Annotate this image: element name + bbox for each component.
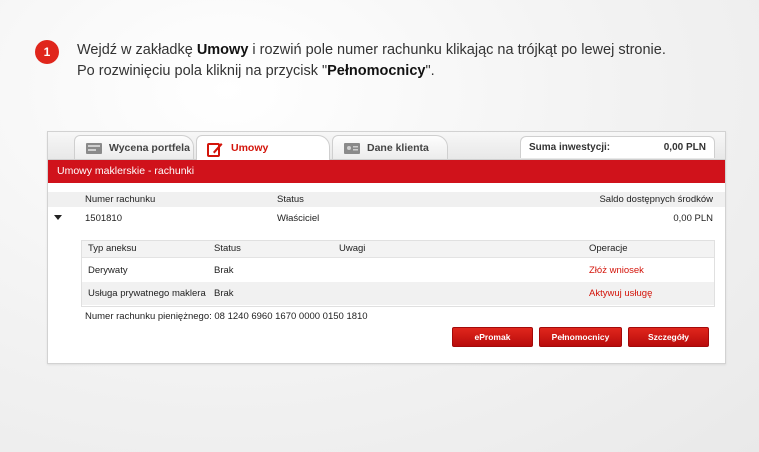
- annex-status: Brak: [214, 288, 234, 299]
- instruction-line-1: Wejdź w zakładkę Umowy i rozwiń pole num…: [77, 40, 737, 61]
- szczegoly-button[interactable]: Szczegóły: [628, 327, 709, 347]
- column-header: Status: [277, 194, 304, 205]
- investment-summary: Suma inwestycji: 0,00 PLN: [520, 136, 715, 158]
- tab-label: Dane klienta: [367, 141, 429, 154]
- tab-dane-klienta[interactable]: Dane klienta: [332, 135, 448, 159]
- instruction-bold-button-name: Pełnomocnicy: [327, 63, 426, 79]
- instruction-bold-tab-name: Umowy: [196, 42, 249, 58]
- instruction-line-2: Po rozwinięciu pola kliknij na przycisk …: [77, 61, 737, 82]
- annex-column-header: Typ aneksu: [88, 243, 137, 254]
- column-header: Saldo dostępnych środków: [599, 194, 713, 205]
- tab-wycena-portfela[interactable]: Wycena portfela: [74, 135, 194, 159]
- summary-value: 0,00 PLN: [663, 142, 706, 153]
- cash-account-number: Numer rachunku pieniężnego: 08 1240 6960…: [85, 311, 368, 322]
- summary-label: Suma inwestycji:: [529, 142, 611, 153]
- pelnomocnicy-button[interactable]: Pełnomocnicy: [539, 327, 622, 347]
- tab-label: Wycena portfela: [109, 141, 190, 154]
- instruction-text: Wejdź w zakładkę Umowy i rozwiń pole num…: [77, 40, 737, 82]
- annex-column-header: Status: [214, 243, 241, 254]
- tab-bar: Wycena portfela Umowy Dane klienta Suma …: [48, 132, 725, 160]
- epromak-button[interactable]: ePromak: [452, 327, 533, 347]
- annex-status: Brak: [214, 265, 234, 276]
- annex-type: Derywaty: [88, 265, 128, 276]
- instruction-text-part: Po rozwinięciu pola kliknij na przycisk …: [77, 63, 328, 79]
- instruction-text-part: ".: [425, 63, 435, 79]
- annex-table: Typ aneksu Status Uwagi Operacje Derywat…: [81, 240, 715, 307]
- account-balance: 0,00 PLN: [673, 213, 713, 224]
- account-number: 1501810: [85, 213, 122, 224]
- annex-column-header: Operacje: [589, 243, 628, 254]
- submit-request-link[interactable]: Złóż wniosek: [589, 265, 644, 276]
- section-title-bar: Umowy maklerskie - rachunki: [48, 160, 725, 183]
- expand-triangle-icon[interactable]: [54, 215, 62, 220]
- annex-type: Usługa prywatnego maklera: [88, 288, 206, 299]
- instruction-text-part: i rozwiń pole numer rachunku klikając na…: [248, 42, 666, 58]
- pen-icon: [207, 141, 223, 160]
- instruction-text-part: Wejdź w zakładkę: [77, 42, 197, 58]
- tab-umowy[interactable]: Umowy: [196, 135, 330, 160]
- activate-service-link[interactable]: Aktywuj usługę: [589, 288, 652, 299]
- tab-label: Umowy: [231, 142, 269, 154]
- step-number-badge: 1: [35, 40, 59, 64]
- annex-column-header: Uwagi: [339, 243, 366, 254]
- account-status: Właściciel: [277, 213, 320, 224]
- column-header: Numer rachunku: [85, 194, 156, 205]
- client-card-icon: [343, 141, 361, 158]
- portfolio-icon: [85, 141, 103, 158]
- account-panel: Wycena portfela Umowy Dane klienta Suma …: [47, 131, 726, 364]
